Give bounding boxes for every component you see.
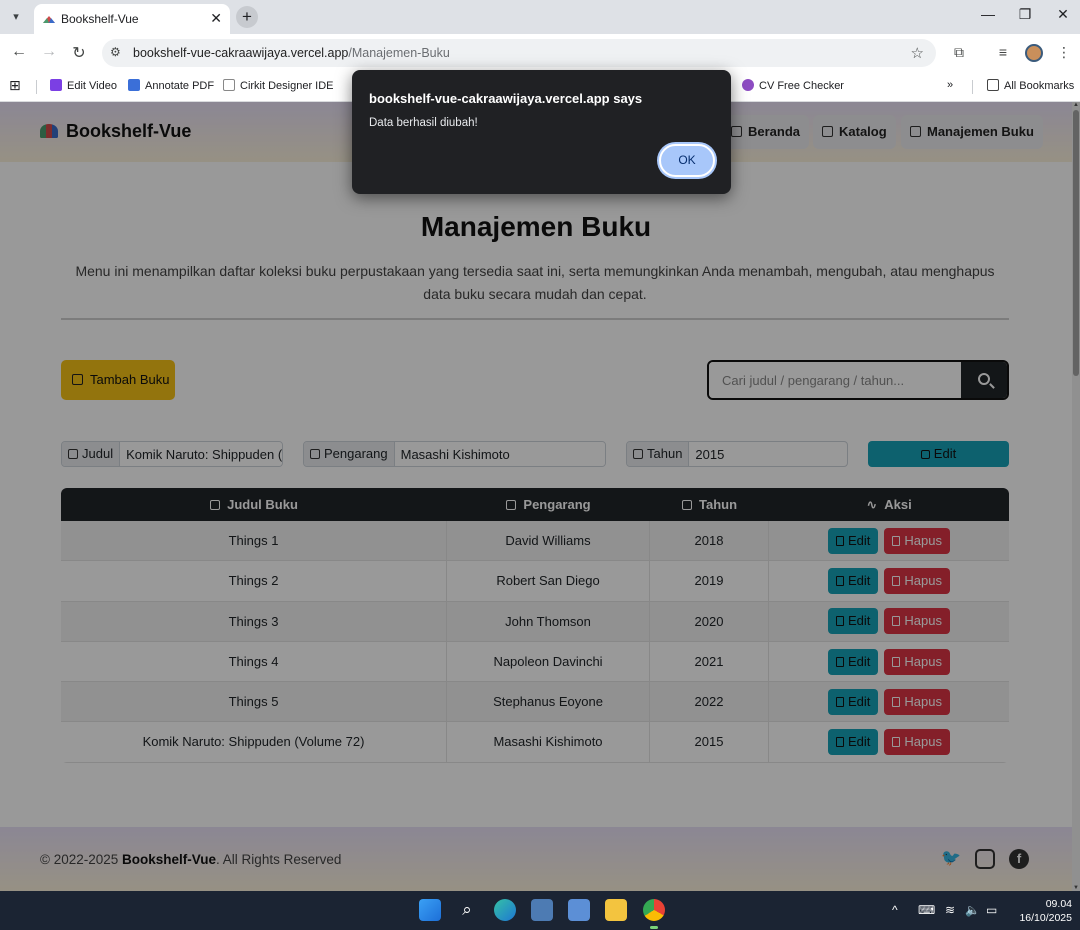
cv-checker-icon [742, 79, 754, 91]
system-clock[interactable]: 09.04 16/10/2025 [1010, 897, 1072, 925]
extensions-icon[interactable]: ⧉ [949, 44, 969, 61]
pdf-icon [128, 79, 140, 91]
media-queue-icon[interactable]: ≡ [993, 44, 1013, 60]
battery-icon[interactable]: ▭ [986, 903, 997, 917]
apps-grid-icon[interactable]: ⊞ [9, 77, 21, 94]
new-tab-button[interactable]: + [236, 6, 258, 28]
windows-taskbar: ⌕ ^ ⌨ ≋ 🔈 ▭ 09.04 16/10/2025 [0, 891, 1080, 930]
restore-icon[interactable]: ❐ [1010, 6, 1040, 23]
url-text: bookshelf-vue-cakraawijaya.vercel.app/Ma… [133, 46, 450, 60]
tab-close-icon[interactable]: ✕ [210, 10, 222, 27]
active-app-indicator [650, 926, 658, 929]
address-bar[interactable]: ⚙ bookshelf-vue-cakraawijaya.vercel.app/… [102, 39, 936, 67]
bookmark-cirkit-designer[interactable]: Cirkit Designer IDE [223, 79, 334, 92]
store-icon[interactable] [531, 899, 553, 921]
keyboard-icon[interactable]: ⌨ [918, 903, 935, 917]
alert-dialog: bookshelf-vue-cakraawijaya.vercel.app sa… [352, 70, 731, 194]
cirkit-icon [223, 79, 235, 91]
bookmark-cv-free-checker[interactable]: CV Free Checker [742, 79, 844, 92]
bookmark-edit-video[interactable]: Edit Video [50, 79, 117, 92]
all-bookmarks-button[interactable]: All Bookmarks [987, 79, 1074, 92]
folder-icon [987, 79, 999, 91]
dialog-message: Data berhasil diubah! [369, 117, 478, 129]
wifi-icon[interactable]: ≋ [945, 903, 955, 917]
browser-tab[interactable]: Bookshelf-Vue ✕ [34, 4, 230, 34]
bookmark-separator [36, 80, 37, 94]
edit-video-icon [50, 79, 62, 91]
edge-icon[interactable] [494, 899, 516, 921]
bookshelf-favicon-icon [43, 16, 55, 23]
browser-toolbar: ← → ↻ ⚙ bookshelf-vue-cakraawijaya.verce… [0, 34, 1080, 72]
chrome-icon[interactable] [643, 899, 665, 921]
menu-icon[interactable]: ⋮ [1054, 44, 1074, 61]
file-explorer-icon[interactable] [605, 899, 627, 921]
volume-icon[interactable]: 🔈 [965, 903, 980, 917]
clock-date: 16/10/2025 [1019, 912, 1072, 924]
dialog-ok-button[interactable]: OK [659, 144, 715, 177]
recycle-bin-icon[interactable] [568, 899, 590, 921]
tab-title: Bookshelf-Vue [61, 12, 139, 26]
bookmark-star-icon[interactable]: ☆ [911, 44, 924, 62]
dialog-title: bookshelf-vue-cakraawijaya.vercel.app sa… [369, 91, 643, 106]
tray-chevron-icon[interactable]: ^ [892, 903, 898, 917]
clock-time: 09.04 [1045, 898, 1072, 910]
site-info-icon[interactable]: ⚙ [110, 45, 121, 59]
modal-backdrop [0, 102, 1080, 891]
window-close-icon[interactable]: ✕ [1048, 6, 1078, 23]
bookmark-annotate-pdf[interactable]: Annotate PDF [128, 79, 214, 92]
forward-icon[interactable]: → [38, 43, 60, 61]
back-icon[interactable]: ← [8, 43, 30, 61]
minimize-icon[interactable]: — [973, 6, 1003, 22]
search-icon[interactable]: ⌕ [456, 899, 478, 921]
bookmark-separator [972, 80, 973, 94]
reload-icon[interactable]: ↻ [68, 43, 90, 63]
browser-tab-bar: ▾ Bookshelf-Vue ✕ + — ❐ ✕ [0, 0, 1080, 34]
profile-avatar[interactable] [1025, 44, 1043, 62]
windows-start-icon[interactable] [419, 899, 441, 921]
tab-list-chevron-icon[interactable]: ▾ [6, 7, 26, 27]
more-bookmarks-icon[interactable]: » [947, 79, 953, 91]
